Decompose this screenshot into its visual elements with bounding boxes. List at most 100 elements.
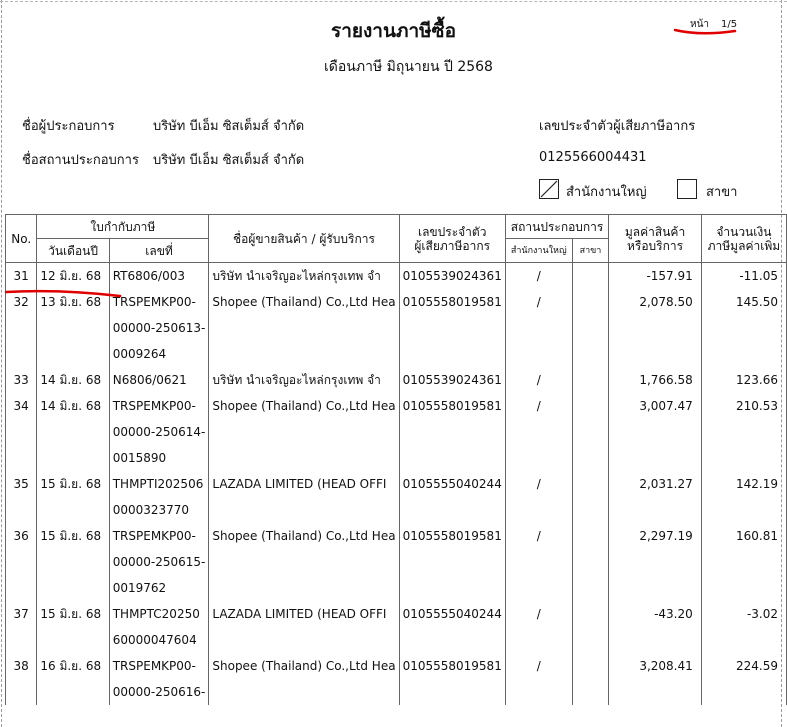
row-branch [571, 393, 610, 471]
row-date: 15 มิ.ย. 68 [36, 471, 110, 523]
row-number: N6806/0621 [108, 367, 210, 393]
row-head-office: / [504, 653, 573, 705]
row-head-office: / [504, 289, 573, 367]
row-seller: Shopee (Thailand) Co.,Ltd Hea [208, 393, 400, 471]
col-number-header: เลขที่ [108, 238, 210, 263]
head-office-checkbox[interactable] [539, 179, 559, 199]
operator-value: บริษัท บีเอ็ม ซิสเต็มส์ จำกัด [153, 119, 305, 134]
row-date: 15 มิ.ย. 68 [36, 601, 110, 653]
table-row: 37 15 มิ.ย. 68 THMPTC20250 60000047604 LAZAD… [4, 601, 787, 653]
row-number-line: 0000323770 [112, 503, 190, 517]
report-title: รายงานภาษีซื้อ [331, 20, 456, 42]
col-no-header: No. [4, 214, 38, 263]
row-number: TRSPEMKP00- 00000-250615- 0019762 [108, 523, 210, 601]
row-head-office: / [504, 367, 573, 393]
row-number-line: TRSPEMKP00- [112, 529, 196, 543]
row-seller: Shopee (Thailand) Co.,Ltd Hea [208, 289, 400, 367]
row-value: -157.91 [608, 262, 702, 289]
col-vat-header-line1: จำนวนเงิน [716, 224, 772, 239]
row-number-line: THMPTI202506 [112, 477, 204, 491]
page-border-left [1, 0, 2, 727]
head-office-label: สำนักงานใหญ่ [566, 185, 647, 200]
row-head-office: / [504, 393, 573, 471]
row-vat: 123.66 [700, 367, 787, 393]
col-date-header: วันเดือนปี [36, 238, 110, 263]
col-value-header-line1: มูลค่าสินค้า [624, 224, 686, 239]
row-vat: -3.02 [700, 601, 787, 653]
row-number-line: 0019762 [112, 581, 167, 595]
row-date: 16 มิ.ย. 68 [36, 653, 110, 705]
row-tax-id: 0105539024361 [398, 262, 506, 289]
row-no: 38 [4, 653, 38, 705]
row-value: 2,031.27 [608, 471, 702, 523]
row-number: RT6806/003 [108, 262, 210, 289]
row-number-line: 00000-250614- [112, 425, 206, 439]
table-row: 35 15 มิ.ย. 68 THMPTI202506 0000323770 LAZAD… [4, 471, 787, 523]
row-number-line: 0009264 [112, 347, 167, 361]
row-number: THMPTC20250 60000047604 [108, 601, 210, 653]
row-number: THMPTI202506 0000323770 [108, 471, 210, 523]
row-number-line: TRSPEMKP00- [112, 295, 196, 309]
row-vat: -11.05 [700, 262, 787, 289]
row-date: 12 มิ.ย. 68 [36, 262, 110, 289]
row-seller: Shopee (Thailand) Co.,Ltd Hea [208, 653, 400, 705]
row-branch [571, 523, 610, 601]
page-number: หน้า 1/5 [690, 17, 737, 32]
table-row: 32 13 มิ.ย. 68 TRSPEMKP00- 00000-250613- 000… [4, 289, 787, 367]
table-row: 34 14 มิ.ย. 68 TRSPEMKP00- 00000-250614- 001… [4, 393, 787, 471]
row-date: 14 มิ.ย. 68 [36, 367, 110, 393]
row-value: 3,007.47 [608, 393, 702, 471]
row-number-line: THMPTC20250 [112, 607, 200, 621]
row-branch [571, 601, 610, 653]
row-vat: 145.50 [700, 289, 787, 367]
row-vat: 224.59 [700, 653, 787, 705]
row-date: 15 มิ.ย. 68 [36, 523, 110, 601]
branch-checkbox[interactable] [677, 179, 697, 199]
report-subtitle: เดือนภาษี มิถุนายน ปี 2568 [324, 59, 493, 75]
row-value: 2,297.19 [608, 523, 702, 601]
row-tax-id: 0105555040244 [398, 601, 506, 653]
row-number: TRSPEMKP00- 00000-250614- 0015890 [108, 393, 210, 471]
col-tax-id-header-line2: ผู้เสียภาษีอากร [414, 238, 491, 253]
row-branch [571, 471, 610, 523]
row-head-office: / [504, 262, 573, 289]
col-value-header-line2: หรือบริการ [626, 238, 684, 253]
row-value: -43.20 [608, 601, 702, 653]
row-number-line: 00000-250613- [112, 321, 206, 335]
row-number-line: 00000-250615- [112, 555, 206, 569]
establishment-label: ชื่อสถานประกอบการ [22, 153, 139, 168]
row-head-office: / [504, 471, 573, 523]
row-tax-id: 0105558019581 [398, 523, 506, 601]
row-no: 34 [4, 393, 38, 471]
row-value: 3,208.41 [608, 653, 702, 705]
table-row: 31 12 มิ.ย. 68 RT6806/003 บริษัท นำเจริญอะไ… [4, 262, 787, 289]
branch-label: สาขา [706, 185, 738, 200]
page-number-value: 1/5 [721, 19, 738, 30]
row-number-line: 00000-250616- [112, 685, 206, 699]
row-tax-id: 0105558019581 [398, 289, 506, 367]
page-number-label: หน้า [690, 19, 710, 30]
col-vat-header: จำนวนเงิน ภาษีมูลค่าเพิ่ม [700, 214, 787, 263]
check-slash-icon [540, 180, 558, 198]
row-no: 37 [4, 601, 38, 653]
col-tax-id-header: เลขประจำตัว ผู้เสียภาษีอากร [398, 214, 506, 263]
row-no: 36 [4, 523, 38, 601]
col-branch-header: สาขา [571, 238, 610, 263]
establishment-value: บริษัท บีเอ็ม ซิสเต็มส์ จำกัด [153, 153, 305, 168]
row-number-line: 60000047604 [112, 633, 197, 647]
operator-label: ชื่อผู้ประกอบการ [22, 119, 115, 134]
row-value: 1,766.58 [608, 367, 702, 393]
row-number-line: RT6806/003 [112, 269, 185, 283]
row-seller: บริษัท นำเจริญอะไหล่กรุงเทพ จำ [208, 367, 400, 393]
row-date: 14 มิ.ย. 68 [36, 393, 110, 471]
row-no: 31 [4, 262, 38, 289]
col-head-office-header: สำนักงานใหญ่ [504, 238, 573, 263]
row-head-office: / [504, 601, 573, 653]
row-number: TRSPEMKP00- 00000-250616- [108, 653, 210, 705]
tax-id-value: 0125566004431 [539, 150, 647, 165]
row-seller: Shopee (Thailand) Co.,Ltd Hea [208, 523, 400, 601]
row-seller: LAZADA LIMITED (HEAD OFFI [208, 471, 400, 523]
row-number-line: TRSPEMKP00- [112, 399, 196, 413]
row-no: 33 [4, 367, 38, 393]
col-establishment-header: สถานประกอบการ [504, 214, 610, 239]
